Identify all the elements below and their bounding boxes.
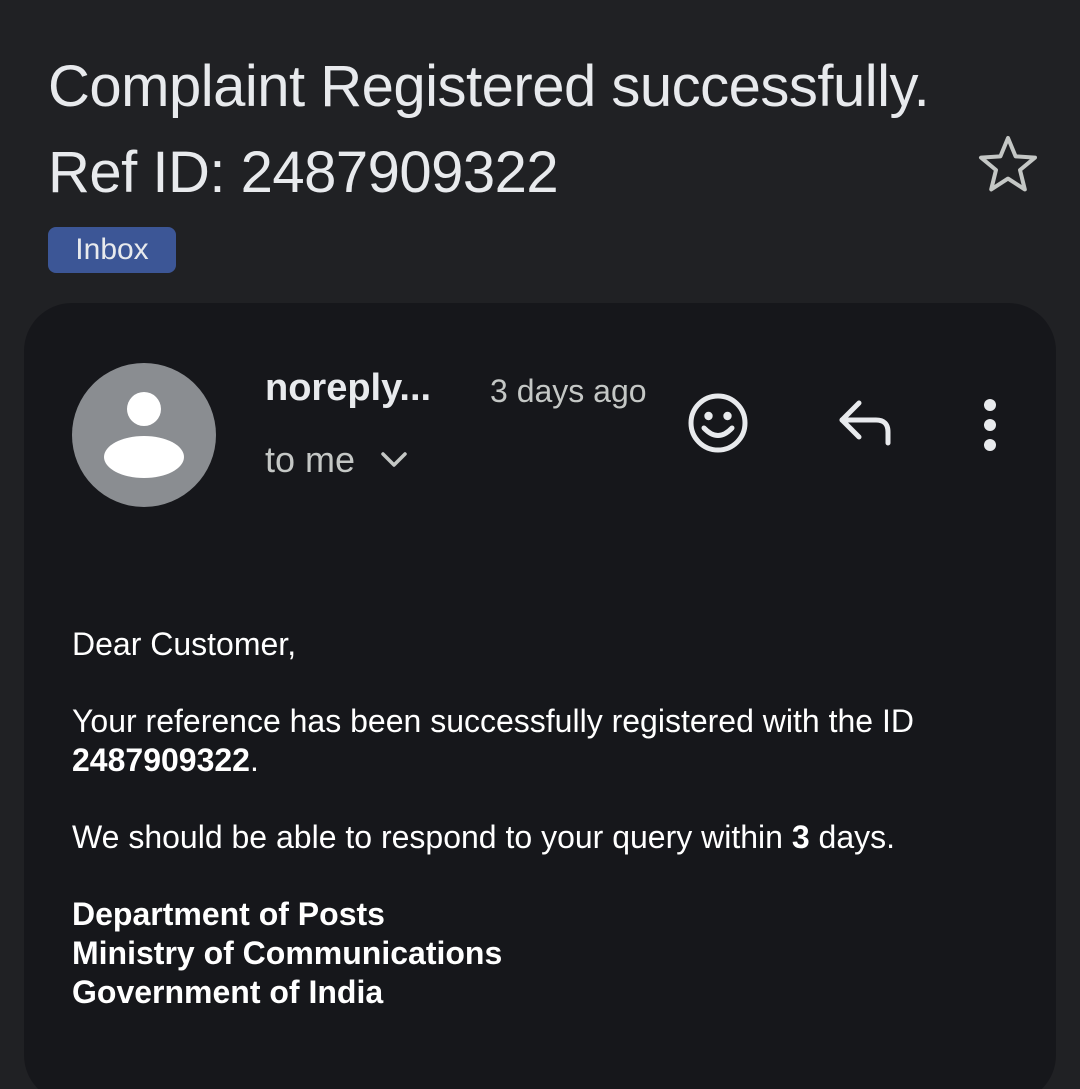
email-subject: Complaint Registered successfully. Ref I… xyxy=(48,54,930,205)
message-card: noreply... 3 days ago to me Dear Custome… xyxy=(24,303,1056,1089)
avatar[interactable] xyxy=(72,363,216,507)
signature: Department of Posts Ministry of Communic… xyxy=(72,895,1012,1012)
more-vert-icon xyxy=(984,399,996,451)
greeting: Dear Customer, xyxy=(72,626,297,662)
response-text: We should be able to respond to your que… xyxy=(72,819,783,855)
registration-period: . xyxy=(249,742,259,778)
signature-line: Ministry of Communications xyxy=(72,935,503,971)
signature-line: Department of Posts xyxy=(72,896,385,932)
email-body: Dear Customer, Your reference has been s… xyxy=(72,625,1012,1012)
star-outline-icon xyxy=(979,136,1037,192)
response-time-paragraph: We should be able to respond to your que… xyxy=(72,818,1012,857)
sender-name[interactable]: noreply... xyxy=(265,367,431,410)
chevron-down-icon xyxy=(381,452,407,467)
timestamp: 3 days ago xyxy=(490,373,647,409)
recipient-label: to me xyxy=(265,439,356,480)
response-days: 3 xyxy=(791,819,810,855)
reply-icon xyxy=(839,400,891,446)
reply-button[interactable] xyxy=(834,397,894,451)
reference-id: 2487909322 xyxy=(72,742,250,778)
emoji-reaction-button[interactable] xyxy=(686,391,750,455)
registration-paragraph: Your reference has been successfully reg… xyxy=(72,702,1012,780)
registration-text: Your reference has been successfully reg… xyxy=(72,703,914,739)
emoji-reaction-icon xyxy=(688,393,748,453)
response-suffix: days. xyxy=(818,819,896,855)
person-icon xyxy=(104,392,184,478)
email-view: Complaint Registered successfully. Ref I… xyxy=(0,0,1080,1089)
inbox-label-chip[interactable]: Inbox xyxy=(48,227,176,273)
more-options-button[interactable] xyxy=(970,395,1010,455)
recipient-details-toggle[interactable]: to me xyxy=(265,439,409,481)
signature-line: Government of India xyxy=(72,974,384,1010)
star-button[interactable] xyxy=(976,132,1040,196)
